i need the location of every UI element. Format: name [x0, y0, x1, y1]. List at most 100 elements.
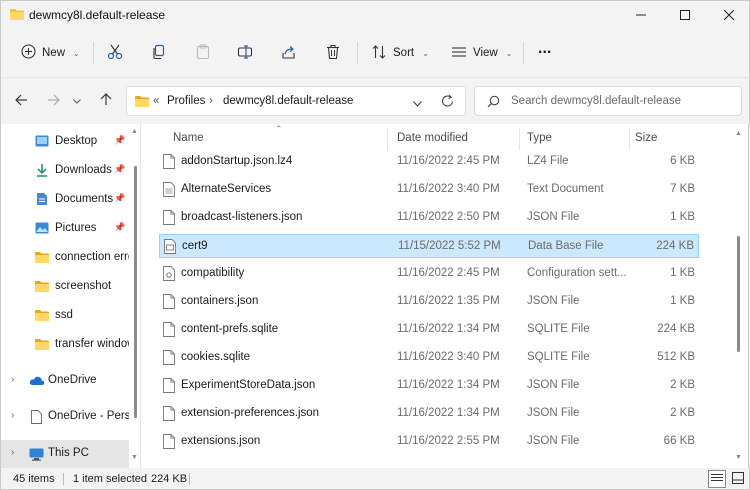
- scroll-up-icon[interactable]: ▲: [131, 128, 138, 135]
- navigation-pane: ▲ Desktop 📌 Downloads 📌 Documents 📌 Pict…: [0, 124, 140, 468]
- nav-item-this-pc[interactable]: › This PC: [1, 440, 129, 468]
- recent-locations-button[interactable]: [67, 91, 87, 111]
- cut-button[interactable]: [107, 42, 123, 64]
- view-button[interactable]: View ⌄: [451, 42, 512, 64]
- copy-button[interactable]: [151, 42, 167, 64]
- nav-item-label: Pictures: [55, 222, 97, 234]
- chevron-right-icon[interactable]: ›: [11, 410, 14, 421]
- folder-icon: [10, 8, 24, 23]
- file-row[interactable]: cert9 11/15/2022 5:52 PM Data Base File 224…: [159, 234, 699, 258]
- minimize-button[interactable]: [619, 1, 663, 29]
- chevron-down-icon[interactable]: [413, 98, 422, 110]
- file-icon: [163, 322, 175, 340]
- scroll-up-icon[interactable]: ▲: [735, 130, 742, 137]
- column-divider[interactable]: [519, 128, 520, 150]
- sort-button[interactable]: Sort ⌄: [371, 42, 429, 64]
- file-size: 1 KB: [670, 211, 695, 223]
- more-options-button[interactable]: ...: [538, 38, 551, 60]
- file-date: 11/16/2022 1:34 PM: [397, 323, 500, 335]
- nav-item-screenshot[interactable]: screenshot: [1, 273, 129, 301]
- details-view-button[interactable]: [708, 470, 726, 488]
- pin-icon: 📌: [114, 222, 126, 232]
- nav-item-connection-error[interactable]: connection erro: [1, 244, 129, 272]
- file-row[interactable]: AlternateServices 11/16/2022 3:40 PM Text …: [159, 178, 699, 202]
- file-name: compatibility: [181, 267, 245, 279]
- chevron-right-icon[interactable]: ›: [11, 447, 14, 458]
- nav-item-downloads[interactable]: Downloads 📌: [1, 157, 129, 185]
- refresh-icon[interactable]: [441, 94, 454, 111]
- file-row[interactable]: extensions.json 11/16/2022 2:55 PM JSON Fi…: [159, 430, 699, 454]
- nav-item-onedrive[interactable]: › OneDrive: [1, 367, 129, 395]
- file-row[interactable]: addonStartup.json.lz4 11/16/2022 2:45 PM L…: [159, 150, 699, 174]
- file-type: Text Document: [527, 183, 604, 195]
- file-icon: [163, 350, 175, 368]
- nav-item-pictures[interactable]: Pictures 📌: [1, 215, 129, 243]
- toolbar-divider: [93, 42, 94, 64]
- chevron-right-icon[interactable]: ›: [11, 374, 14, 385]
- file-name: extensions.json: [181, 435, 261, 447]
- share-button[interactable]: [281, 42, 297, 64]
- nav-item-desktop[interactable]: Desktop 📌: [1, 128, 129, 156]
- nav-scrollbar-thumb[interactable]: [134, 166, 137, 418]
- file-date: 11/16/2022 3:40 PM: [397, 183, 500, 195]
- file-date: 11/16/2022 2:45 PM: [397, 155, 500, 167]
- forward-button[interactable]: [43, 91, 63, 111]
- desktop-icon: [35, 135, 49, 150]
- up-button[interactable]: [96, 91, 116, 111]
- nav-item-documents[interactable]: Documents 📌: [1, 186, 129, 214]
- sort-ascending-icon: ⌃: [275, 124, 283, 134]
- close-button[interactable]: [707, 1, 750, 29]
- new-button[interactable]: New ⌄: [21, 42, 80, 64]
- file-row[interactable]: broadcast-listeners.json 11/16/2022 2:50 …: [159, 206, 699, 230]
- breadcrumb-overflow[interactable]: «: [153, 95, 159, 107]
- nav-item-label: This PC: [48, 447, 89, 459]
- column-type[interactable]: Type: [527, 132, 552, 144]
- plus-circle-icon: [21, 44, 36, 62]
- file-date: 11/16/2022 2:55 PM: [397, 435, 500, 447]
- file-row[interactable]: extension-preferences.json 11/16/2022 1:3…: [159, 402, 699, 426]
- file-row[interactable]: compatibility 11/16/2022 2:45 PM Configura…: [159, 262, 699, 286]
- nav-item-ssd[interactable]: ssd: [1, 302, 129, 330]
- folder-icon: [35, 338, 49, 353]
- item-count: 45 items: [13, 473, 55, 485]
- file-date: 11/15/2022 5:52 PM: [398, 240, 501, 252]
- file-type: Configuration sett...: [527, 267, 627, 279]
- file-type: JSON File: [527, 379, 580, 391]
- large-icons-view-button[interactable]: [729, 470, 747, 488]
- details-view-icon: [711, 473, 723, 486]
- file-name: AlternateServices: [181, 183, 272, 195]
- rename-button[interactable]: [237, 42, 253, 64]
- file-row[interactable]: containers.json 11/16/2022 1:35 PM JSON Fi…: [159, 290, 699, 314]
- column-size[interactable]: Size: [635, 132, 657, 144]
- scroll-down-icon[interactable]: ▼: [735, 454, 742, 461]
- nav-item-label: Desktop: [55, 135, 98, 147]
- sort-icon: [371, 44, 387, 63]
- file-size: 224 KB: [656, 240, 694, 252]
- column-divider[interactable]: [387, 128, 388, 150]
- delete-button[interactable]: [325, 42, 341, 64]
- column-divider[interactable]: [629, 128, 630, 150]
- file-name: broadcast-listeners.json: [181, 211, 303, 223]
- back-button[interactable]: [11, 91, 31, 111]
- nav-item-onedrive-personal[interactable]: › OneDrive - Perso: [1, 403, 129, 431]
- address-bar[interactable]: « Profiles › dewmcy8l.default-release: [126, 86, 466, 116]
- file-row[interactable]: ExperimentStoreData.json 11/16/2022 1:34 …: [159, 374, 699, 398]
- breadcrumb-profiles[interactable]: Profiles: [167, 95, 205, 107]
- file-list-scrollbar-thumb[interactable]: [737, 236, 740, 352]
- file-row[interactable]: content-prefs.sqlite 11/16/2022 1:34 PM SQ…: [159, 318, 699, 342]
- nav-item-transfer-windows[interactable]: transfer window: [1, 331, 129, 359]
- paste-button[interactable]: [195, 42, 211, 64]
- nav-item-label: OneDrive: [48, 374, 97, 386]
- file-date: 11/16/2022 3:40 PM: [397, 351, 500, 363]
- maximize-button[interactable]: [663, 1, 707, 29]
- search-box[interactable]: Search dewmcy8l.default-release: [474, 86, 742, 116]
- chevron-down-icon: [73, 95, 81, 107]
- file-row[interactable]: cookies.sqlite 11/16/2022 3:40 PM SQLITE F…: [159, 346, 699, 370]
- scroll-down-icon[interactable]: ▼: [131, 454, 138, 461]
- breadcrumb-current[interactable]: dewmcy8l.default-release: [223, 95, 353, 107]
- file-type: LZ4 File: [527, 155, 569, 167]
- column-name[interactable]: Name: [173, 132, 204, 144]
- chevron-down-icon: ⌄: [505, 48, 513, 58]
- file-name: addonStartup.json.lz4: [181, 155, 293, 167]
- column-date-modified[interactable]: Date modified: [397, 132, 468, 144]
